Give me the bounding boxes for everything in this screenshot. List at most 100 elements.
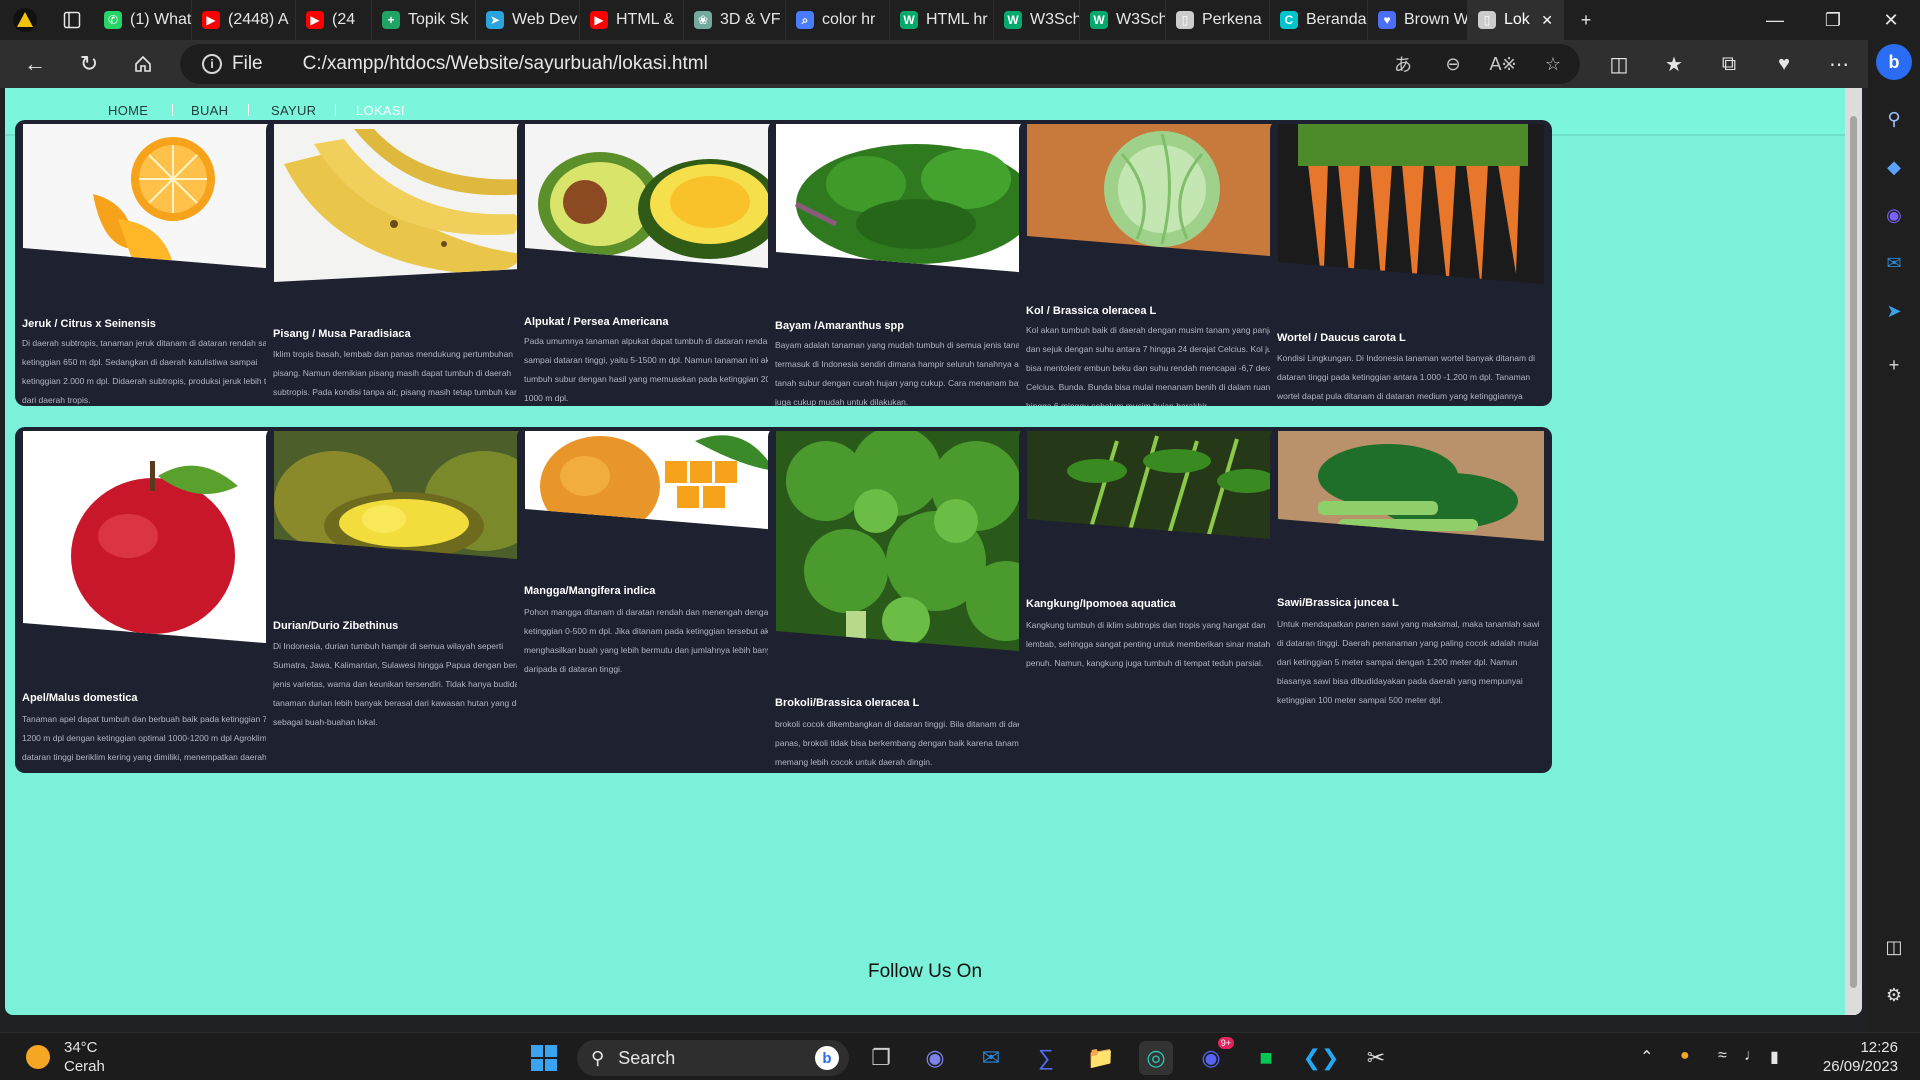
weather-desc[interactable]: Cerah [64,1058,105,1075]
read-aloud-icon[interactable]: A※ [1483,44,1523,84]
browser-tab[interactable]: W W3Scho [994,0,1080,40]
weather-temp[interactable]: 34°C [64,1039,98,1056]
home-button[interactable] [116,40,170,88]
volume-icon[interactable]: ♩ [1744,1047,1760,1065]
tab-actions-icon[interactable] [50,0,94,40]
copilot-icon[interactable]: b [1876,44,1912,80]
location-card: Bayam /Amaranthus spp Bayam adalah tanama… [768,120,1050,406]
close-tab-icon[interactable]: ✕ [1541,12,1553,29]
nav-home-link[interactable]: HOME [108,103,148,118]
address-bar-row: ← ↻ i File C:/xampp/htdocs/Website/sayur… [0,40,1920,88]
tab-title: W3Scho [1030,11,1079,28]
line-app-icon[interactable]: ■ [1249,1041,1283,1075]
browser-tab[interactable]: ▯ Perkena [1166,0,1270,40]
search-icon[interactable]: ⚲ [1879,104,1909,134]
browser-tab[interactable]: ▶ (2448) A [192,0,296,40]
wifi-icon[interactable]: ≈ [1718,1047,1727,1065]
taskbar-search-box[interactable]: ⚲ Search b [577,1040,849,1076]
outlook-icon[interactable]: ✉ [1879,248,1909,278]
refresh-button[interactable]: ↻ [62,40,116,88]
split-screen-icon[interactable]: ◫ [1594,40,1644,88]
browser-tab[interactable]: ➤ Web Dev [476,0,580,40]
favorite-star-icon[interactable]: ☆ [1533,44,1573,84]
close-window-button[interactable]: ✕ [1862,0,1920,40]
location-card: Kol / Brassica oleracea L Kol akan tumbuh… [1019,120,1301,406]
heart-icon: ♥ [1378,11,1396,29]
browser-tab[interactable]: ✆ (1) What [94,0,192,40]
mail-icon[interactable]: ✉ [974,1041,1008,1075]
power-automate-icon[interactable]: ∑ [1029,1041,1063,1075]
browser-tab[interactable]: ♥ Brown W [1368,0,1468,40]
discord-icon[interactable]: ◉ 9+ [1194,1037,1234,1075]
more-menu-icon[interactable]: ⋯ [1814,40,1864,88]
maximize-button[interactable]: ❐ [1804,0,1862,40]
settings-gear-icon[interactable]: ⚙ [1879,980,1909,1010]
apple-image [23,431,289,645]
telegram-icon[interactable]: ➤ [1879,296,1909,326]
show-hidden-icons-chevron-icon[interactable]: ⌃ [1640,1047,1653,1067]
nav-divider [172,104,173,116]
zoom-out-icon[interactable]: ⊖ [1433,44,1473,84]
browser-tab[interactable]: ⌕ color hr [786,0,890,40]
shopping-icon[interactable]: ◆ [1879,152,1909,182]
clock-time[interactable]: 12:26 [1818,1039,1898,1056]
clock-date[interactable]: 26/09/2023 [1798,1058,1898,1075]
sidebar-layout-icon[interactable]: ◫ [1879,932,1909,962]
collections-icon[interactable]: ⧉ [1704,40,1754,88]
browser-tab[interactable]: C Beranda [1270,0,1368,40]
translate-icon[interactable]: あ [1383,44,1423,84]
bing-icon: b [815,1046,839,1070]
browser-essentials-icon[interactable]: ♥ [1759,40,1809,88]
weather-sun-icon[interactable] [26,1045,50,1069]
profile-icon[interactable] [0,0,50,40]
edge-sidebar: b ⚲ ◆ ◉ ✉ ➤ + ◫ ⚙ [1868,40,1920,1040]
tab-title: W3Scho [1116,11,1165,28]
card-description: Pada umumnya tanaman alpukat dapat tumbu… [524,336,780,403]
favorites-icon[interactable]: ★ [1649,40,1699,88]
back-button[interactable]: ← [8,40,62,88]
edge-browser-icon[interactable]: ◎ [1139,1041,1173,1075]
nav-sayur-link[interactable]: SAYUR [271,103,316,118]
info-icon[interactable]: i [202,54,222,74]
nav-lokasi-link[interactable]: LOKASI [356,103,405,118]
browser-tab[interactable]: ▯ Lok ✕ [1468,0,1564,40]
browser-tab[interactable]: + Topik Sk [372,0,476,40]
minimize-button[interactable]: — [1746,0,1804,40]
browser-tab[interactable]: ❀ 3D & VF [684,0,786,40]
tab-title: (24 [332,11,356,28]
card-title: Durian/Durio Zibethinus [273,620,399,632]
location-card: Alpukat / Persea Americana Pada umumnya t… [517,120,799,406]
snipping-tool-icon[interactable]: ✂ [1359,1041,1393,1075]
task-view-icon[interactable]: ❐ [864,1041,898,1075]
location-card: Wortel / Daucus carota L Kondisi Lingkung… [1270,120,1552,406]
location-card: Jeruk / Citrus x Seinensis Di daerah subt… [15,120,297,406]
whatsapp-icon: ✆ [104,11,122,29]
start-button-icon[interactable] [527,1041,561,1075]
url-scheme-label: File [232,53,263,74]
browser-tab[interactable]: ▶ HTML & [580,0,684,40]
tab-title: Topik Sk [408,11,469,28]
card-description: Kondisi Lingkungan. Di Indonesia tanaman… [1277,353,1535,401]
location-card: Kangkung/Ipomoea aquatica Kangkung tumbuh… [1019,427,1301,773]
games-icon[interactable]: ◉ [1879,200,1909,230]
add-sidebar-app-icon[interactable]: + [1879,350,1909,380]
scrollbar-thumb[interactable] [1850,116,1857,988]
url-text[interactable]: C:/xampp/htdocs/Website/sayurbuah/lokasi… [303,53,708,75]
card-title: Apel/Malus domestica [22,692,138,704]
w3schools-icon: W [1004,11,1022,29]
kangkung-image [1027,431,1293,541]
file-explorer-icon[interactable]: 📁 [1084,1041,1118,1075]
new-tab-button[interactable]: + [1564,0,1608,40]
teams-chat-icon[interactable]: ◉ [918,1041,952,1075]
battery-icon[interactable]: ▮ [1770,1047,1779,1067]
address-bar[interactable]: i File C:/xampp/htdocs/Website/sayurbuah… [180,44,1580,84]
browser-tab[interactable]: W HTML hr [890,0,994,40]
vscode-icon[interactable]: ❮❯ [1303,1041,1340,1075]
youtube-icon: ▶ [590,11,608,29]
browser-tab[interactable]: ▶ (24 [296,0,372,40]
card-title: Brokoli/Brassica oleracea L [775,697,920,709]
browser-tab[interactable]: W W3Scho [1080,0,1166,40]
nav-buah-link[interactable]: BUAH [191,103,228,118]
mango-image [525,431,791,531]
microphone-icon[interactable]: ● [1680,1047,1690,1065]
